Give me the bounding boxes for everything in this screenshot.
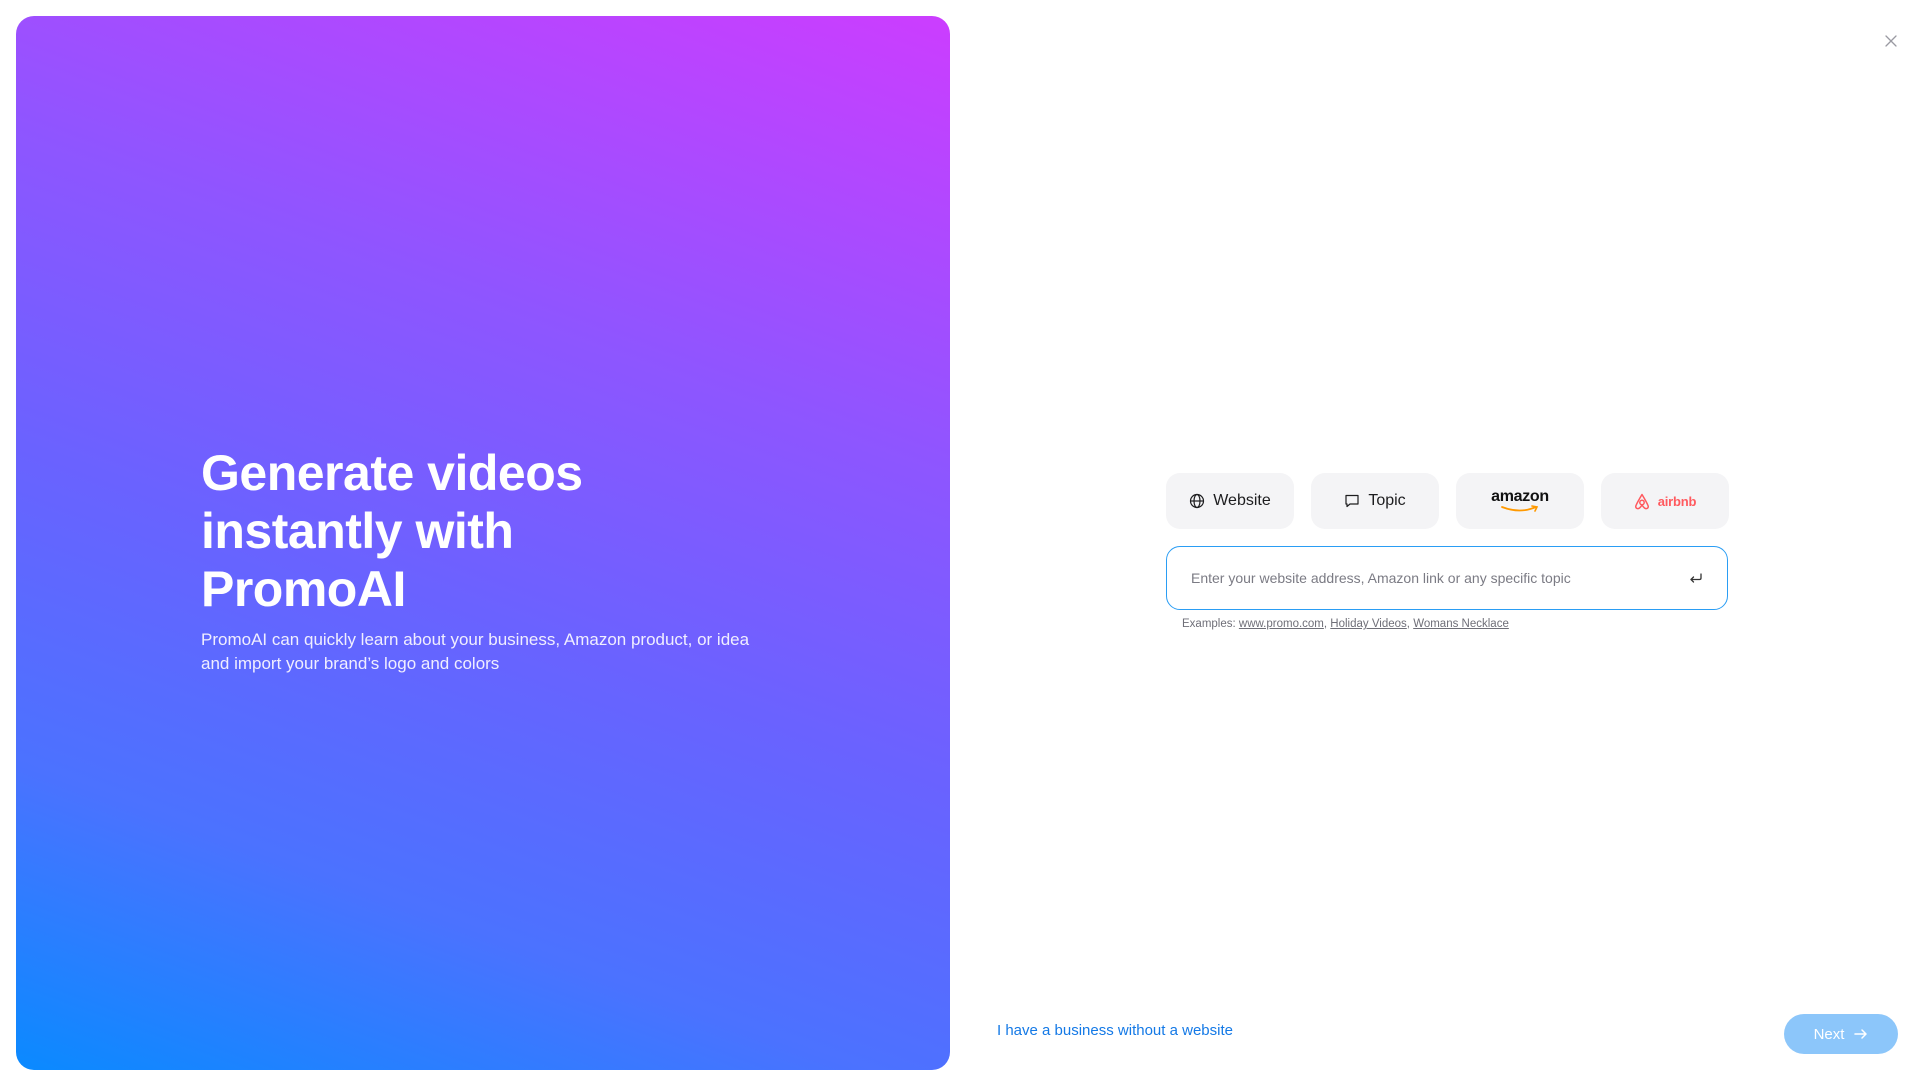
examples-label: Examples: xyxy=(1182,618,1236,630)
enter-icon[interactable] xyxy=(1687,569,1705,587)
arrow-right-icon xyxy=(1854,1029,1868,1039)
airbnb-logo-icon xyxy=(1634,493,1649,509)
tab-airbnb[interactable]: airbnb xyxy=(1601,473,1729,529)
source-tabs: Website Topic amazon airbnb xyxy=(1166,473,1729,529)
amazon-smile-icon xyxy=(1501,505,1539,512)
example-link-holiday[interactable]: Holiday Videos xyxy=(1330,618,1407,630)
hero-content: Generate videos instantly with PromoAI P… xyxy=(201,444,761,676)
tab-topic-label: Topic xyxy=(1368,492,1406,509)
tab-amazon[interactable]: amazon xyxy=(1456,473,1584,529)
no-website-link[interactable]: I have a business without a website xyxy=(997,1022,1233,1039)
example-link-promo[interactable]: www.promo.com xyxy=(1239,618,1324,630)
topic-input-container xyxy=(1166,546,1728,610)
amazon-logo: amazon xyxy=(1491,489,1549,513)
close-icon xyxy=(1885,35,1897,47)
next-button[interactable]: Next xyxy=(1784,1014,1898,1054)
next-button-label: Next xyxy=(1813,1025,1845,1043)
example-link-necklace[interactable]: Womans Necklace xyxy=(1413,618,1509,630)
promoai-onboarding: Generate videos instantly with PromoAI P… xyxy=(0,0,1920,1080)
tab-website[interactable]: Website xyxy=(1166,473,1294,529)
close-button[interactable] xyxy=(1880,30,1902,52)
tab-topic[interactable]: Topic xyxy=(1311,473,1439,529)
chat-bubble-icon xyxy=(1345,494,1359,508)
hero-title: Generate videos instantly with PromoAI xyxy=(201,445,583,617)
amazon-logo-text: amazon xyxy=(1491,488,1549,505)
hero-panel: Generate videos instantly with PromoAI P… xyxy=(16,16,950,1070)
tab-website-label: Website xyxy=(1213,492,1271,509)
airbnb-logo-text: airbnb xyxy=(1657,493,1697,509)
globe-icon xyxy=(1190,493,1205,509)
hero-subtitle: PromoAI can quickly learn about your bus… xyxy=(201,630,750,673)
topic-input[interactable] xyxy=(1191,570,1687,586)
examples-row: Examples: www.promo.com, Holiday Videos,… xyxy=(1182,618,1509,630)
